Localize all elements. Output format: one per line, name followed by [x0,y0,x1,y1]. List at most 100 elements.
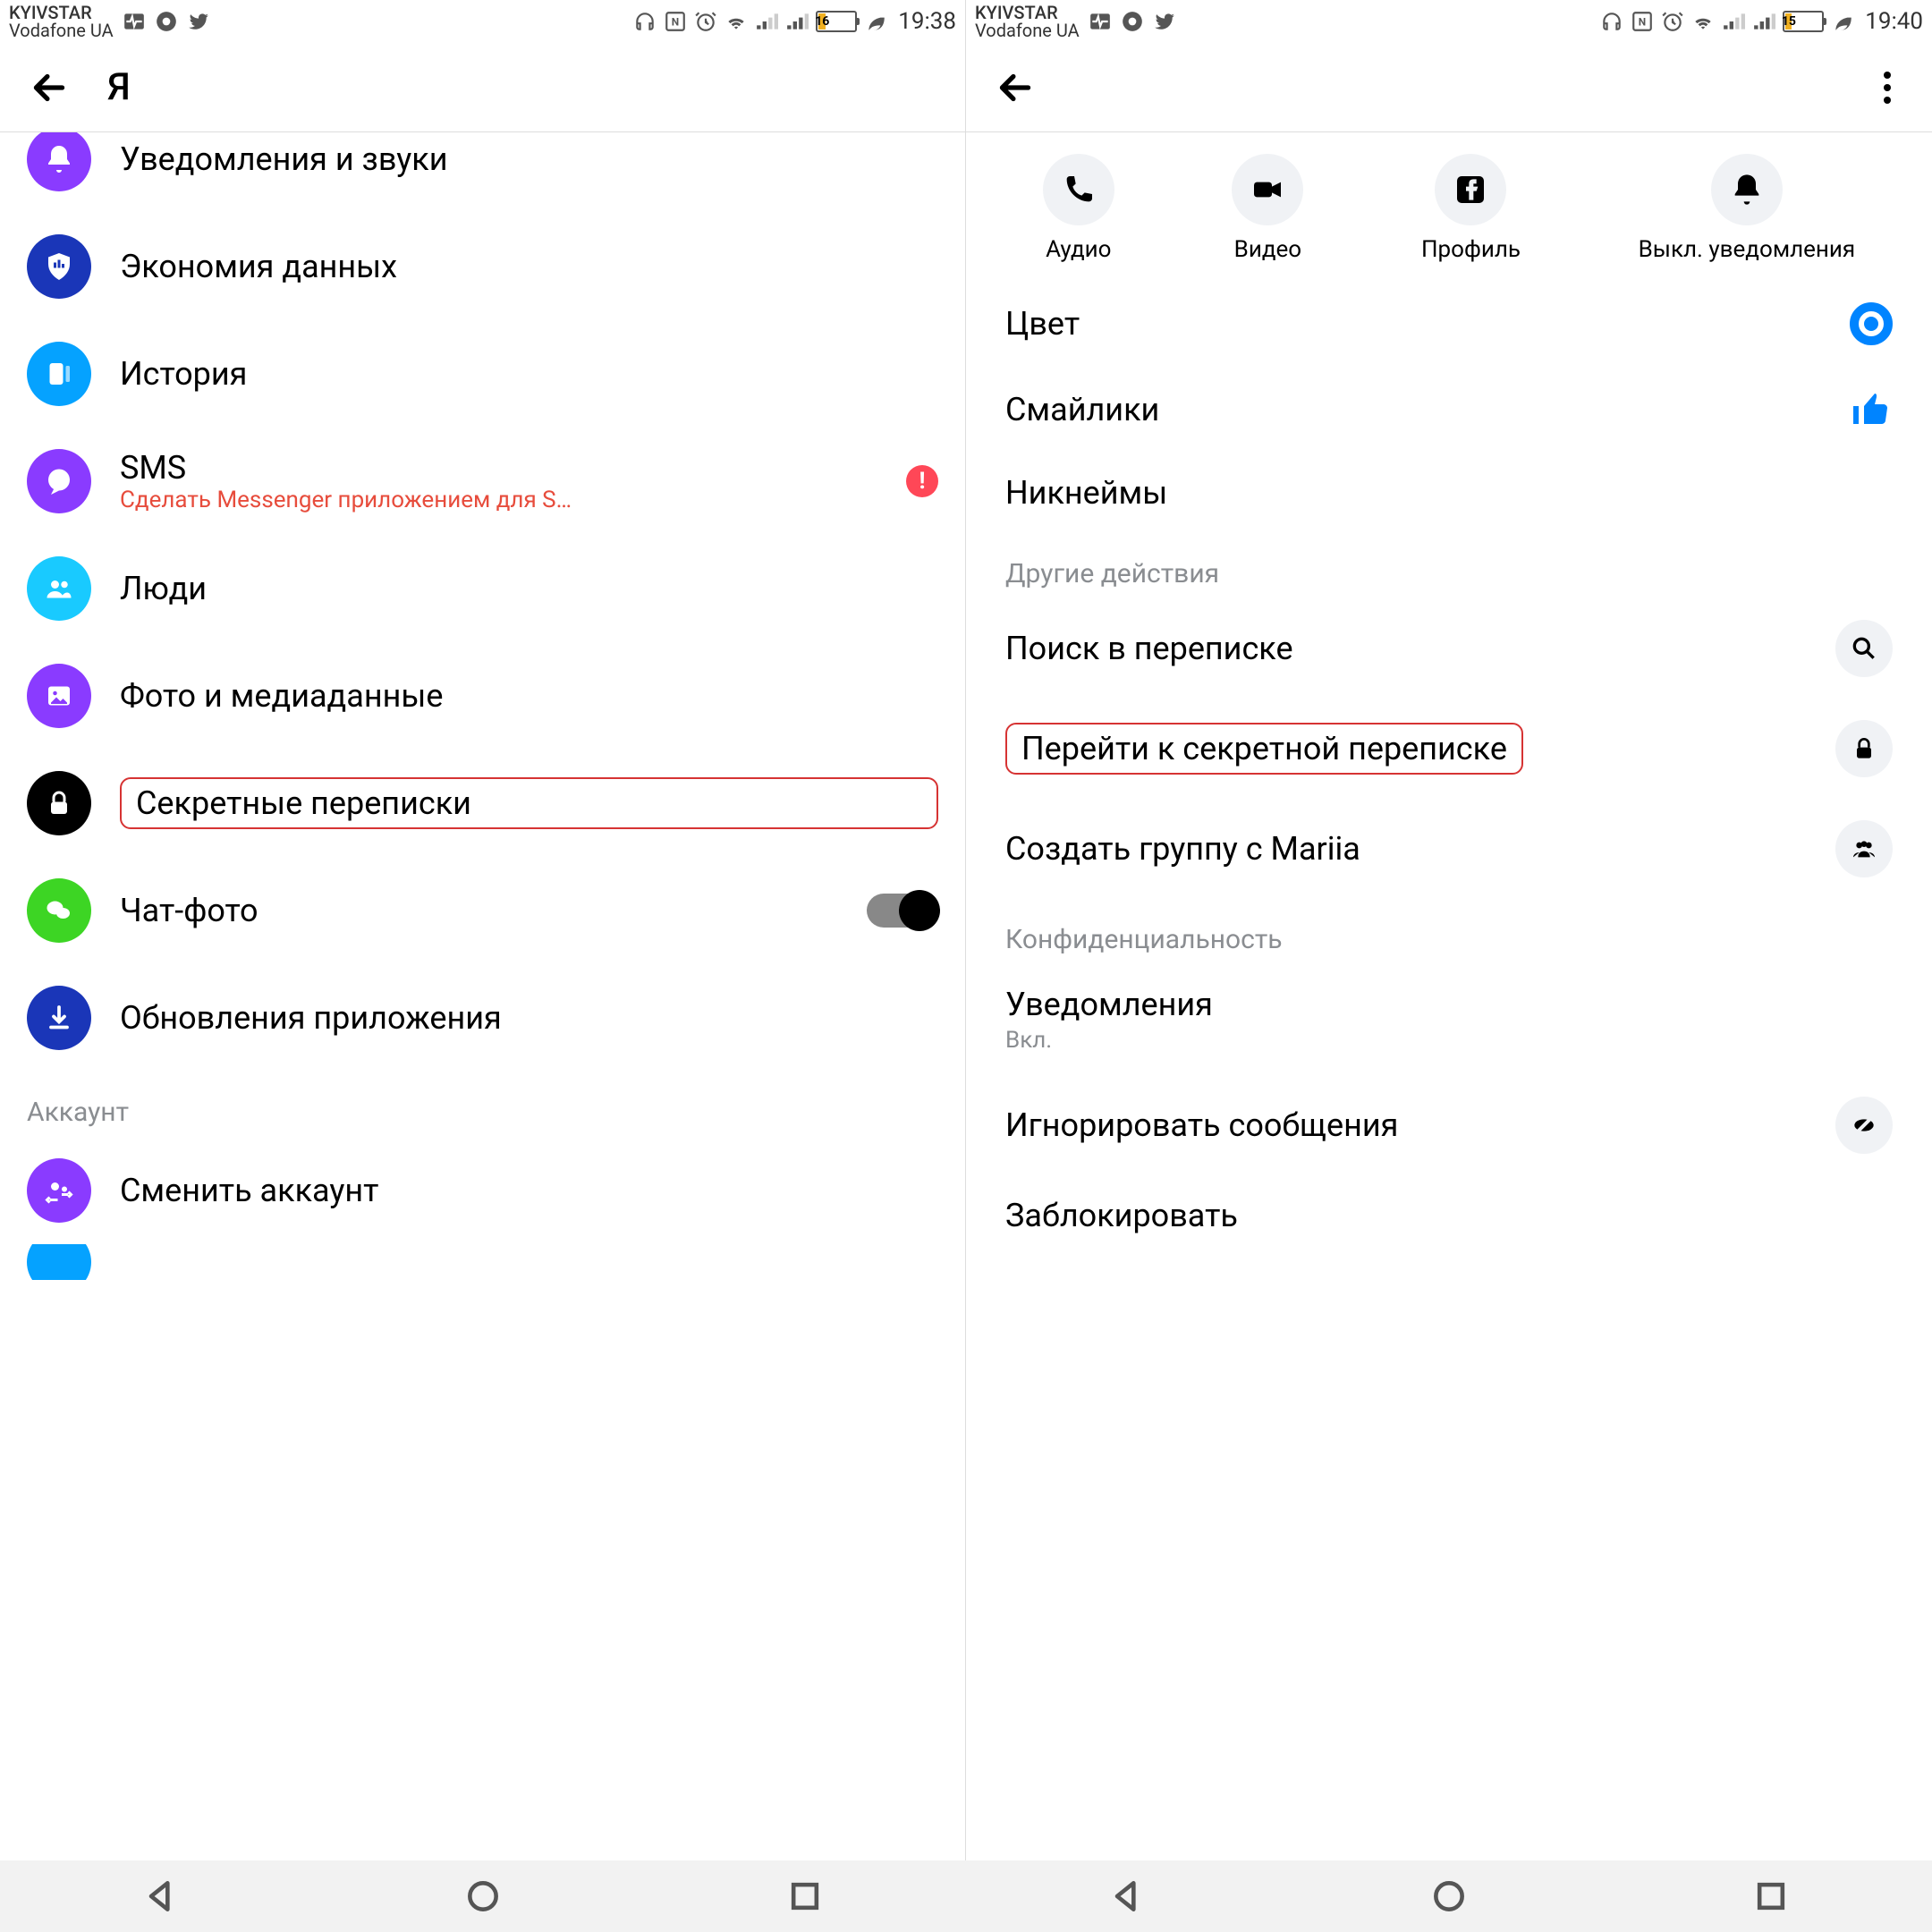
header-right [966,43,1932,132]
wechat-icon [27,878,91,943]
settings-list: Уведомления и звуки Экономия данных Исто… [0,132,965,1860]
search-icon [1835,620,1893,677]
nfc-icon: N [664,10,687,33]
group-icon [1835,820,1893,877]
nav-home-button[interactable] [1429,1877,1469,1916]
alarm-icon [1661,10,1684,33]
phone-icon [1043,154,1114,225]
signal-2-icon [1752,10,1775,33]
wifi-icon [724,10,748,33]
alert-badge-icon: ! [906,465,938,497]
action-audio[interactable]: Аудио [1043,154,1114,263]
back-arrow-icon[interactable] [27,65,72,110]
bell-icon [27,132,91,191]
item-partial-bottom[interactable] [0,1244,965,1280]
section-account: Аккаунт [0,1072,965,1137]
item-chat-photo[interactable]: Чат-фото [0,857,965,964]
battery-indicator: 16 [816,11,857,32]
item-label: Фото и медиаданные [120,677,938,715]
wifi-icon [1691,10,1715,33]
item-photos[interactable]: Фото и медиаданные [0,642,965,750]
action-label: Выкл. уведомления [1639,236,1856,263]
twitter-icon [187,10,210,33]
action-label: Аудио [1046,236,1111,263]
item-app-updates[interactable]: Обновления приложения [0,964,965,1072]
setting-label: Создать группу с Mariia [1005,830,1360,868]
nav-back-button[interactable] [1107,1877,1147,1916]
item-label: История [120,355,938,393]
chrome-icon [1121,10,1144,33]
color-ring-icon [1850,302,1893,345]
nav-home-button[interactable] [463,1877,503,1916]
item-label: SMS [120,449,877,487]
carrier-label: KYIVSTAR Vodafone UA [9,4,114,39]
row-notifications[interactable]: Уведомления Вкл. [966,964,1932,1075]
action-mute[interactable]: Выкл. уведомления [1639,154,1856,263]
header-left: Я [0,43,965,132]
item-sms[interactable]: SMS Сделать Messenger приложением для S…… [0,428,965,535]
row-search[interactable]: Поиск в переписке [966,598,1932,699]
item-data-saver[interactable]: Экономия данных [0,213,965,320]
more-menu-button[interactable] [1869,70,1905,106]
setting-label: Перейти к секретной переписке [1021,730,1507,767]
carrier-label: KYIVSTAR Vodafone UA [975,4,1080,39]
section-other-actions: Другие действия [966,533,1932,598]
svg-text:N: N [672,15,679,28]
leaf-icon [864,10,887,33]
thumb-up-icon [1850,388,1893,431]
item-label: Секретные переписки [136,784,471,822]
chat-photo-toggle[interactable] [867,894,938,928]
item-people[interactable]: Люди [0,535,965,642]
shield-icon [27,234,91,299]
item-secret-conversations[interactable]: Секретные переписки [0,750,965,857]
item-sublabel: Сделать Messenger приложением для S… [120,487,728,513]
row-nicknames[interactable]: Никнеймы [966,453,1932,533]
signal-1-icon [1722,10,1745,33]
battery-indicator: 15 [1783,11,1824,32]
row-block[interactable]: Заблокировать [966,1175,1932,1256]
item-label: Сменить аккаунт [120,1172,938,1209]
svg-text:N: N [1639,15,1646,28]
video-icon [1232,154,1303,225]
activity-icon [123,10,146,33]
item-switch-account[interactable]: Сменить аккаунт [0,1137,965,1244]
setting-sublabel: Вкл. [1005,1027,1052,1054]
action-profile[interactable]: Профиль [1421,154,1521,263]
ignore-icon [1835,1097,1893,1154]
leaf-icon [1831,10,1854,33]
clock: 19:38 [898,8,956,35]
bell-icon [1711,154,1783,225]
contact-action-row: Аудио Видео Профиль Выкл. уведомления [966,132,1932,281]
setting-label: Игнорировать сообщения [1005,1106,1398,1144]
row-create-group[interactable]: Создать группу с Mariia [966,799,1932,899]
signal-2-icon [785,10,809,33]
item-label: Чат-фото [120,892,838,929]
row-color[interactable]: Цвет [966,281,1932,367]
setting-label: Уведомления [1005,986,1213,1023]
story-icon [27,342,91,406]
nav-recent-button[interactable] [1751,1877,1791,1916]
row-emoji[interactable]: Смайлики [966,367,1932,453]
headphones-icon [1600,10,1623,33]
phone-left: KYIVSTAR Vodafone UA N 16 19:38 Я [0,0,966,1860]
item-label: Обновления приложения [120,999,938,1037]
status-bar: KYIVSTAR Vodafone UA N 15 19:40 [966,0,1932,43]
nfc-icon: N [1631,10,1654,33]
item-label: Люди [120,570,938,607]
nav-back-button[interactable] [141,1877,181,1916]
row-secret-conversation[interactable]: Перейти к секретной переписке [966,699,1932,799]
item-notifications[interactable]: Уведомления и звуки [0,132,965,213]
chrome-icon [155,10,178,33]
setting-label: Заблокировать [1005,1197,1238,1234]
page-title: Я [107,65,131,109]
item-story[interactable]: История [0,320,965,428]
item-label: Экономия данных [120,248,938,285]
back-arrow-icon[interactable] [993,65,1038,110]
signal-1-icon [755,10,778,33]
action-video[interactable]: Видео [1232,154,1303,263]
lock-icon [1835,720,1893,777]
row-ignore[interactable]: Игнорировать сообщения [966,1075,1932,1175]
nav-recent-button[interactable] [785,1877,825,1916]
download-icon [27,986,91,1050]
section-privacy: Конфиденциальность [966,899,1932,964]
